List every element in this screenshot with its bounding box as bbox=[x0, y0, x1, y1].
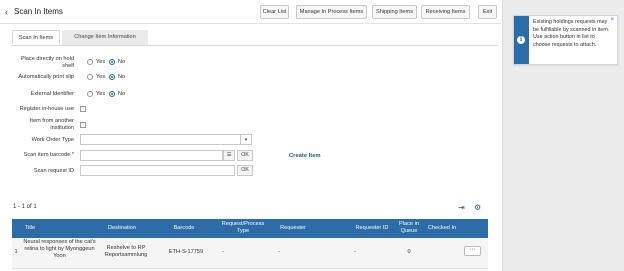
required-marker: * bbox=[71, 152, 74, 158]
external-identifier-yes-label: Yes bbox=[96, 91, 106, 97]
list-icon[interactable]: ☰ bbox=[223, 150, 235, 161]
place-on-hold-shelf-no-radio[interactable] bbox=[109, 59, 115, 65]
scan-request-id-input[interactable] bbox=[80, 165, 235, 176]
column-header-requester[interactable]: Requester bbox=[274, 225, 312, 232]
row-requester-id: - bbox=[354, 249, 356, 255]
export-icon[interactable]: ⇥ bbox=[458, 203, 465, 212]
tab-change-item-information[interactable]: Change Item Information bbox=[62, 30, 148, 45]
back-arrow-icon[interactable]: ‹ bbox=[5, 7, 8, 17]
notification-accent-bar: i bbox=[514, 16, 529, 64]
auto-print-slip-yes-label: Yes bbox=[96, 74, 106, 80]
main-panel: ‹ Scan In Items Clear List Manage In Pro… bbox=[0, 0, 502, 271]
create-item-link[interactable]: Create Item bbox=[289, 153, 321, 159]
column-header-place-in-queue[interactable]: Place in Queue bbox=[397, 221, 421, 234]
item-from-another-institution-label: Item from another institution bbox=[29, 118, 74, 131]
register-in-house-use-checkbox[interactable] bbox=[80, 106, 86, 112]
column-header-title[interactable]: Title bbox=[16, 225, 44, 232]
column-header-requester-id[interactable]: Requester ID bbox=[350, 225, 394, 232]
manage-in-process-items-button[interactable]: Manage In Process Items bbox=[296, 5, 367, 19]
close-icon[interactable]: × bbox=[610, 17, 614, 23]
notification-message: Existing holdings requests may be fulfil… bbox=[533, 19, 610, 48]
row-request-type: - bbox=[222, 249, 224, 255]
settings-gear-icon[interactable]: ⚙ bbox=[474, 203, 481, 212]
work-order-type-select[interactable] bbox=[80, 134, 241, 145]
row-place-in-queue: 0 bbox=[407, 249, 411, 255]
page-title: Scan In Items bbox=[14, 7, 63, 16]
results-count: 1 - 1 of 1 bbox=[13, 204, 37, 210]
auto-print-slip-no-radio[interactable] bbox=[109, 74, 115, 80]
place-on-hold-shelf-yes-label: Yes bbox=[96, 59, 106, 65]
row-actions-button[interactable]: ··· bbox=[464, 246, 481, 256]
receiving-items-button[interactable]: Receiving Items bbox=[421, 5, 470, 19]
place-on-hold-shelf-yes-radio[interactable] bbox=[87, 59, 93, 65]
row-index: 1 bbox=[14, 249, 18, 255]
external-identifier-yes-radio[interactable] bbox=[87, 91, 93, 97]
place-on-hold-shelf-no-label: No bbox=[118, 59, 126, 65]
chevron-down-icon[interactable]: ▾ bbox=[241, 134, 252, 145]
scan-item-barcode-input[interactable] bbox=[80, 150, 223, 161]
register-in-house-use-label: Register in-house use bbox=[19, 106, 74, 112]
scan-request-id-label: Scan request ID bbox=[33, 168, 74, 174]
work-order-type-label: Work Order Type bbox=[31, 137, 74, 143]
tab-divider bbox=[12, 45, 498, 46]
scan-request-id-ok-button[interactable]: OK bbox=[237, 165, 253, 176]
scan-item-barcode-label: Scan item barcode * bbox=[12, 152, 74, 159]
page-header: ‹ Scan In Items Clear List Manage In Pro… bbox=[0, 0, 502, 24]
column-header-barcode[interactable]: Barcode bbox=[166, 225, 202, 232]
column-header-checked-in[interactable]: Checked In bbox=[424, 225, 460, 232]
row-title[interactable]: Neural responses of the cat's retina to … bbox=[21, 239, 98, 260]
column-header-request-process-type[interactable]: Request/Process Type bbox=[220, 221, 266, 234]
shipping-items-button[interactable]: Shipping Items bbox=[372, 5, 417, 19]
external-identifier-no-label: No bbox=[118, 91, 126, 97]
place-on-hold-shelf-label: Place directly on hold shelf bbox=[20, 56, 74, 69]
row-barcode: ETH-S-17759 bbox=[168, 249, 204, 255]
clear-list-button[interactable]: Clear List bbox=[260, 5, 289, 19]
external-identifier-label: External Identifier bbox=[30, 91, 74, 97]
column-header-destination[interactable]: Destination bbox=[102, 225, 142, 232]
scan-item-barcode-ok-button[interactable]: OK bbox=[237, 150, 253, 161]
info-notification: i Existing holdings requests may be fulf… bbox=[513, 15, 618, 65]
tab-scan-in-items[interactable]: Scan In Items bbox=[12, 30, 60, 45]
row-requester: - bbox=[278, 249, 280, 255]
auto-print-slip-no-label: No bbox=[118, 74, 126, 80]
external-identifier-no-radio[interactable] bbox=[109, 91, 115, 97]
table-header: Title Destination Barcode Request/Proces… bbox=[12, 219, 488, 238]
info-icon: i bbox=[517, 36, 525, 44]
exit-button[interactable]: Exit bbox=[478, 5, 497, 19]
auto-print-slip-label: Automatically print slip bbox=[18, 74, 74, 80]
scan-item-barcode-label-text: Scan item barcode bbox=[23, 152, 71, 158]
row-destination: Reshelve to RP Reportsammlung bbox=[104, 245, 148, 258]
item-from-another-institution-checkbox[interactable] bbox=[80, 122, 86, 128]
table-row: 1 Neural responses of the cat's retina t… bbox=[12, 238, 488, 269]
auto-print-slip-yes-radio[interactable] bbox=[87, 74, 93, 80]
